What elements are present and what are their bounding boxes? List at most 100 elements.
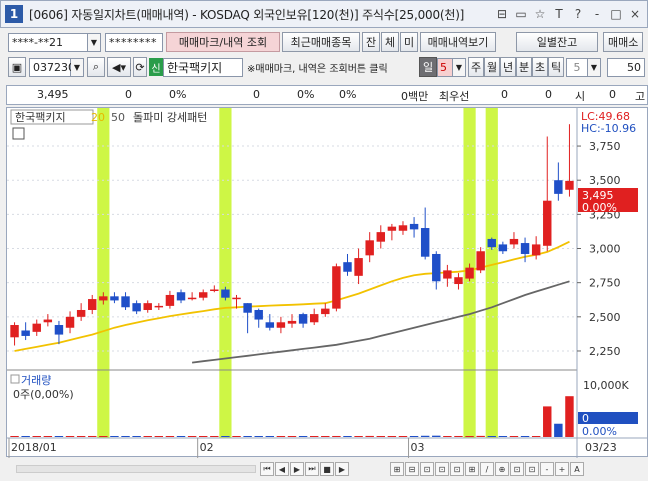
period-year-button[interactable]: 년 [500, 57, 516, 77]
recent-trades-button[interactable]: 최근매매종목 [282, 32, 360, 52]
candle-body [343, 262, 352, 272]
code-dropdown-icon[interactable]: ▼ [71, 57, 84, 77]
tick-dropdown-icon[interactable]: ▼ [588, 57, 601, 77]
count-input[interactable]: 50 [607, 57, 645, 77]
zoom-out-icon[interactable]: - [540, 462, 554, 476]
executed-button[interactable]: 체 [381, 32, 399, 52]
volume-bar [198, 436, 208, 437]
period-second-button[interactable]: 초 [532, 57, 548, 77]
tool-c-icon[interactable]: ⊞ [465, 462, 479, 476]
account-dropdown-icon[interactable]: ▼ [88, 32, 101, 52]
favorite-icon[interactable]: ☆ [532, 5, 548, 23]
period-value-field[interactable]: 5 [437, 57, 453, 77]
chart-tools: ⊞ ⊟ ⊡ ⊡ ⊡ ⊞ / ⊕ ⊡ ⊡ - + A [390, 462, 585, 476]
balance-button[interactable]: 잔 [362, 32, 380, 52]
search-icon[interactable]: ⌕ [87, 57, 105, 77]
period-minute-button[interactable]: 분 [516, 57, 532, 77]
play-icon[interactable]: ▶ [335, 462, 349, 476]
first-page-icon[interactable]: ⏮ [260, 462, 274, 476]
zoom-fit-icon[interactable]: ⊟ [405, 462, 419, 476]
grid-settings-icon[interactable] [12, 127, 25, 140]
zoom-in-icon[interactable]: + [555, 462, 569, 476]
candle-body [498, 244, 508, 252]
more-trades-button[interactable]: 매매소 [603, 32, 643, 52]
volume-bar [276, 436, 286, 437]
zoom-all-icon[interactable]: ⊞ [390, 462, 404, 476]
account-input[interactable]: ****-**21 [8, 32, 88, 52]
date-tick-label: 2018/01 [11, 441, 57, 454]
volume-bar [187, 436, 197, 437]
volume-bar [210, 436, 219, 437]
close-icon[interactable]: × [627, 5, 643, 23]
chart-area[interactable]: 한국팩키지 20 50 돌파미 강세패턴 LC:49.68 HC:-10.96 … [6, 107, 648, 458]
high-label: 고 [635, 90, 646, 103]
candle-body [354, 258, 363, 276]
volume-bar [165, 436, 175, 437]
tool-a-icon[interactable]: ⊡ [435, 462, 449, 476]
period-month-button[interactable]: 월 [484, 57, 500, 77]
window-icon[interactable]: ▭ [513, 5, 529, 23]
ma50-label: 50 [111, 111, 125, 124]
current-change-tag: 0.00% [582, 201, 617, 214]
volume-change-label: 0.00% [582, 425, 617, 438]
candle-body [420, 228, 430, 257]
candle-body [99, 296, 108, 301]
unfilled-button[interactable]: 미 [400, 32, 418, 52]
end-date-label: 03/23 [585, 441, 617, 454]
tool-b-icon[interactable]: ⊡ [450, 462, 464, 476]
period-week-button[interactable]: 주 [468, 57, 484, 77]
link-icon[interactable]: ⊟ [494, 5, 510, 23]
candle-body [298, 314, 308, 324]
mark-query-button[interactable]: 매매마크/내역 조회 [166, 32, 280, 52]
help-icon[interactable]: ? [570, 5, 586, 23]
maximize-icon[interactable]: □ [608, 5, 624, 23]
stock-name-field: 한국팩키지 [163, 57, 243, 77]
text-tool-icon[interactable]: A [570, 462, 584, 476]
font-icon[interactable]: T [551, 5, 567, 23]
period-day-button[interactable]: 일 [419, 57, 437, 77]
stock-code-input[interactable]: 037230 [29, 57, 75, 77]
volume-toggle-icon[interactable] [10, 374, 20, 384]
volume-bar [554, 423, 563, 437]
daily-balance-button[interactable]: 일별잔고 [516, 32, 598, 52]
trendline-icon[interactable]: / [480, 462, 494, 476]
candle-body [187, 297, 197, 300]
last-page-icon[interactable]: ⏭ [305, 462, 319, 476]
password-input[interactable]: ******** [105, 32, 163, 52]
candle-body [520, 243, 530, 254]
prev-icon[interactable]: ◀ [275, 462, 289, 476]
candle-body [132, 303, 141, 312]
volume-bar [298, 436, 308, 437]
candle-body [65, 316, 75, 328]
volume-bar [54, 436, 64, 437]
price-tick-label: 3,000 [589, 243, 621, 256]
add-indicator-icon[interactable]: ⊕ [495, 462, 509, 476]
volume-bar [232, 436, 241, 437]
trade-history-button[interactable]: 매매내역보기 [420, 32, 496, 52]
volume-bar [432, 435, 441, 437]
chart-scrollbar[interactable] [16, 465, 256, 473]
tick-value-field[interactable]: 5 [566, 57, 588, 77]
crosshair-icon[interactable]: ⊡ [420, 462, 434, 476]
speaker-icon[interactable]: ◀▾ [107, 57, 131, 77]
volume-bar [143, 436, 152, 437]
candle-body [321, 308, 330, 315]
stop-icon[interactable]: ■ [320, 462, 334, 476]
candle-body [509, 238, 519, 245]
change-value: 0 [125, 88, 132, 101]
price-tick-label: 2,750 [589, 277, 621, 290]
period-dropdown-icon[interactable]: ▼ [453, 57, 466, 77]
volume-bar [387, 436, 397, 437]
next-icon[interactable]: ▶ [290, 462, 304, 476]
tool-e-icon[interactable]: ⊡ [525, 462, 539, 476]
layout-icon[interactable]: ▣ [8, 57, 26, 77]
period-tick-button[interactable]: 틱 [548, 57, 564, 77]
candle-body [565, 180, 574, 190]
refresh-icon[interactable]: ⟳ [133, 57, 147, 77]
price-chart[interactable]: 한국팩키지 20 50 돌파미 강세패턴 LC:49.68 HC:-10.96 … [7, 108, 648, 458]
volume-bar [454, 435, 463, 437]
volume-bar [110, 436, 119, 437]
volume-bar [376, 436, 386, 437]
tool-d-icon[interactable]: ⊡ [510, 462, 524, 476]
minimize-icon[interactable]: - [589, 5, 605, 23]
